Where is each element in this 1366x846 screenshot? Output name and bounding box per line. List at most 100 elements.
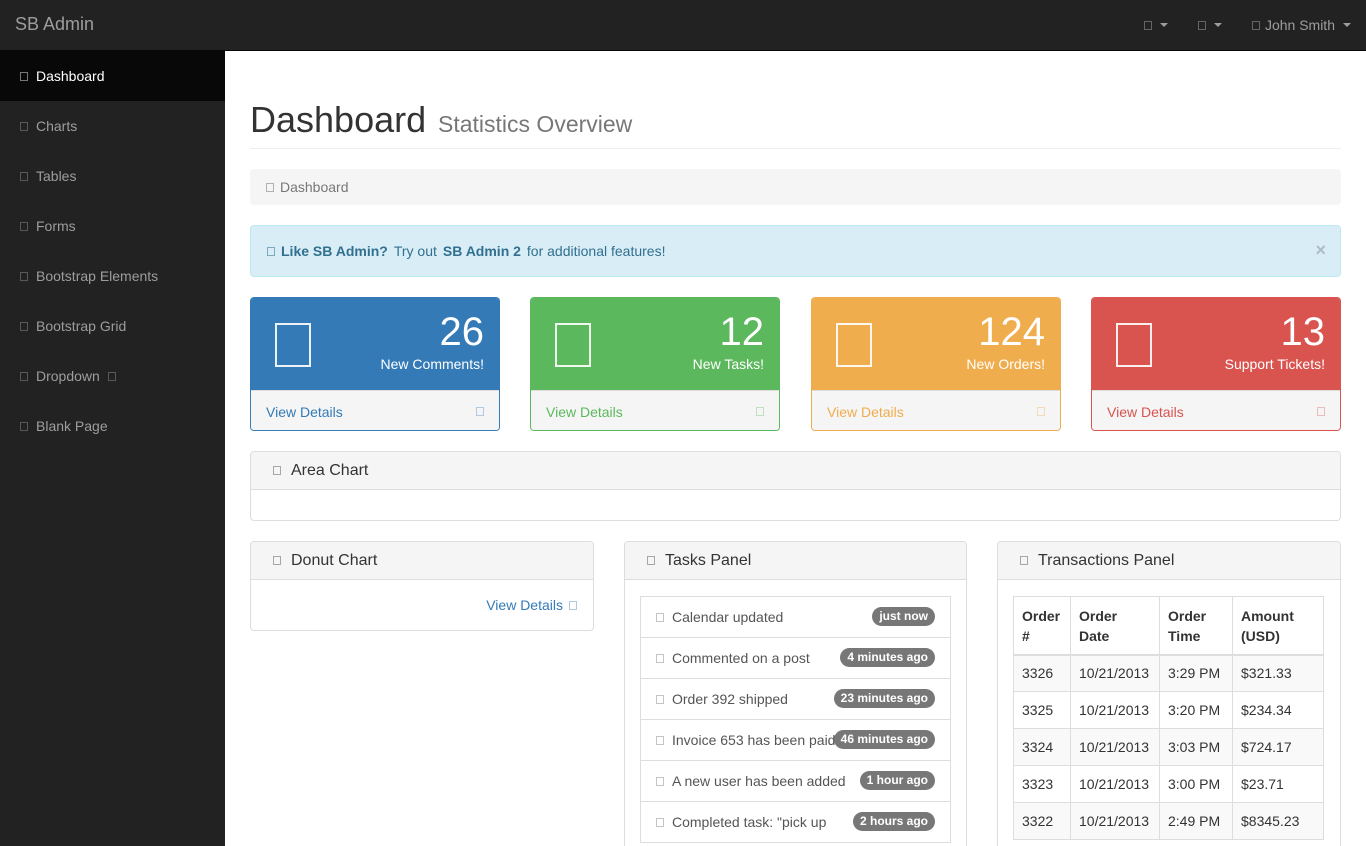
- task-text: Calendar updated: [672, 609, 784, 625]
- table-row[interactable]: 3325 10/21/2013 3:20 PM $234.34: [1013, 691, 1324, 729]
- table-cell: 10/21/2013: [1070, 802, 1160, 840]
- panel-heading: Transactions Panel: [998, 542, 1340, 580]
- panel-title: Area Chart: [291, 461, 369, 479]
- view-details-link[interactable]: View Details: [251, 390, 499, 430]
- view-details-label: View Details: [1107, 403, 1184, 420]
- task-list-item[interactable]: Commented on a post 4 minutes ago: [640, 637, 951, 679]
- alert-text-2: for additional features!: [526, 243, 666, 259]
- alert-link[interactable]: SB Admin 2: [443, 243, 521, 259]
- table-cell: 3326: [1013, 654, 1071, 692]
- comment-icon: [656, 654, 664, 663]
- clock-icon: [647, 556, 655, 565]
- page-wrapper: Dashboard Statistics Overview Dashboard …: [225, 51, 1366, 846]
- table-cell: $8345.23: [1232, 802, 1324, 840]
- time-badge: just now: [872, 607, 935, 626]
- desktop-icon: [20, 271, 28, 281]
- view-details-label: View Details: [486, 597, 563, 613]
- column-header: Amount (USD): [1232, 596, 1324, 656]
- panel-heading: Area Chart: [251, 452, 1340, 490]
- bar-chart-icon: [20, 121, 28, 131]
- table-cell: 3:29 PM: [1159, 654, 1233, 692]
- table-cell: 10/21/2013: [1070, 728, 1160, 766]
- sidebar-item-bootstrap-elements[interactable]: Bootstrap Elements: [0, 251, 225, 301]
- sidebar-item-charts[interactable]: Charts: [0, 101, 225, 151]
- task-list-item[interactable]: Completed task: "pick up 2 hours ago: [640, 801, 951, 843]
- alert-text: Try out: [393, 243, 437, 259]
- stat-card-heading: 124 New Orders!: [812, 298, 1060, 390]
- panel-heading: Donut Chart: [251, 542, 593, 580]
- time-badge: 23 minutes ago: [833, 689, 935, 708]
- tasks-panel: Tasks Panel Calendar updated just now Co…: [624, 541, 967, 846]
- shopping-cart-icon: [836, 323, 872, 367]
- caret-down-icon: [1213, 23, 1222, 27]
- file-icon: [20, 421, 28, 431]
- column-header: Order Date: [1070, 596, 1160, 656]
- table-row[interactable]: 3324 10/21/2013 3:03 PM $724.17: [1013, 728, 1324, 766]
- view-details-label: View Details: [546, 403, 623, 420]
- area-chart-panel: Area Chart: [250, 451, 1341, 521]
- stat-card-orders: 124 New Orders! View Details: [811, 297, 1061, 431]
- view-details-link[interactable]: View Details: [812, 390, 1060, 430]
- envelope-icon: [1197, 20, 1206, 30]
- sidebar-item-forms[interactable]: Forms: [0, 201, 225, 251]
- alerts-dropdown[interactable]: [1129, 0, 1183, 50]
- table-cell: $321.33: [1232, 654, 1324, 692]
- sidebar: Dashboard Charts Tables Forms Bootstrap …: [0, 51, 225, 846]
- caret-down-icon: [1159, 23, 1168, 27]
- time-badge: 2 hours ago: [852, 812, 935, 831]
- table-row[interactable]: 3326 10/21/2013 3:29 PM $321.33: [1013, 654, 1324, 692]
- sidebar-item-label: Charts: [36, 118, 78, 134]
- page-subtitle: Statistics Overview: [438, 111, 633, 137]
- pie-chart-icon: [273, 556, 281, 565]
- stat-card-heading: 13 Support Tickets!: [1092, 298, 1340, 390]
- close-icon[interactable]: ×: [1315, 240, 1326, 261]
- view-details-link[interactable]: View Details: [531, 390, 779, 430]
- sidebar-item-blank-page[interactable]: Blank Page: [0, 401, 225, 451]
- view-details-link[interactable]: View Details: [1092, 390, 1340, 430]
- stat-number: 13: [1280, 310, 1326, 354]
- page-header: Dashboard Statistics Overview: [250, 99, 1341, 149]
- panel-title: Transactions Panel: [1038, 551, 1175, 569]
- user-icon: [1251, 20, 1260, 30]
- column-header: Order Time: [1159, 596, 1233, 656]
- stat-label: New Comments!: [380, 356, 484, 372]
- info-alert: Like SB Admin? Try out SB Admin 2 for ad…: [250, 225, 1341, 277]
- calendar-icon: [656, 613, 664, 622]
- stat-card-tickets: 13 Support Tickets! View Details: [1091, 297, 1341, 431]
- table-row[interactable]: 3322 10/21/2013 2:49 PM $8345.23: [1013, 802, 1324, 840]
- stat-label: New Tasks!: [692, 356, 764, 372]
- stat-card-tasks: 12 New Tasks! View Details: [530, 297, 780, 431]
- table-cell: 3323: [1013, 765, 1071, 803]
- task-list-item[interactable]: A new user has been added 1 hour ago: [640, 760, 951, 802]
- stat-card-heading: 26 New Comments!: [251, 298, 499, 390]
- time-badge: 46 minutes ago: [833, 730, 935, 749]
- brand-logo[interactable]: SB Admin: [15, 14, 94, 35]
- sidebar-item-label: Forms: [36, 218, 76, 234]
- user-dropdown[interactable]: John Smith: [1237, 0, 1366, 50]
- stat-label: Support Tickets!: [1224, 356, 1325, 372]
- money-icon: [1020, 556, 1028, 565]
- task-list-item[interactable]: Invoice 653 has been paid 46 minutes ago: [640, 719, 951, 761]
- sidebar-item-dropdown[interactable]: Dropdown: [0, 351, 225, 401]
- sidebar-item-bootstrap-grid[interactable]: Bootstrap Grid: [0, 301, 225, 351]
- edit-icon: [20, 221, 28, 231]
- user-name: John Smith: [1264, 17, 1335, 33]
- task-list-item[interactable]: Calendar updated just now: [640, 596, 951, 638]
- task-text: Order 392 shipped: [672, 691, 788, 707]
- breadcrumb-item: Dashboard: [280, 179, 349, 195]
- table-row[interactable]: 3323 10/21/2013 3:00 PM $23.71: [1013, 765, 1324, 803]
- caret-down-icon: [107, 371, 116, 381]
- sidebar-item-label: Tables: [36, 168, 77, 184]
- task-list-item[interactable]: Order 392 shipped 23 minutes ago: [640, 678, 951, 720]
- tasks-icon: [555, 323, 591, 367]
- sidebar-item-tables[interactable]: Tables: [0, 151, 225, 201]
- messages-dropdown[interactable]: [1183, 0, 1237, 50]
- task-text: Commented on a post: [672, 650, 810, 666]
- panel-title: Tasks Panel: [665, 551, 752, 569]
- user-icon: [656, 777, 664, 786]
- info-circle-icon: [267, 246, 275, 256]
- sidebar-item-dashboard[interactable]: Dashboard: [0, 51, 225, 101]
- truck-icon: [656, 695, 664, 704]
- view-details-label: View Details: [266, 403, 343, 420]
- view-details-link[interactable]: View Details: [486, 597, 577, 613]
